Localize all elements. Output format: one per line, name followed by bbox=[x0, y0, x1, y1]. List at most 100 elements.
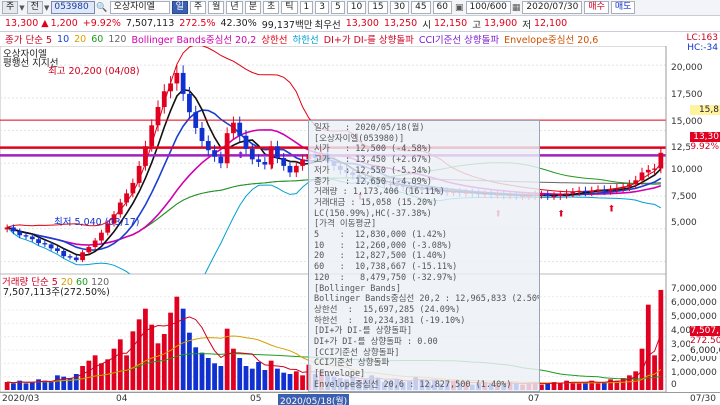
calendar-icon[interactable]: ▦ bbox=[512, 3, 521, 13]
interval-30[interactable]: 30 bbox=[389, 1, 410, 14]
candle-body bbox=[652, 168, 657, 170]
open-label: 시 bbox=[422, 19, 431, 31]
volume-bar bbox=[136, 319, 142, 390]
period-year-tab[interactable]: 년 bbox=[226, 1, 243, 14]
candle-body bbox=[61, 250, 67, 257]
legend-item[interactable]: 120 bbox=[108, 34, 126, 45]
legend-item[interactable]: CCI기준선 상향돌파 bbox=[419, 32, 499, 46]
candle-body bbox=[86, 247, 92, 253]
vol-y-tick: 0 bbox=[671, 380, 677, 390]
interval-60[interactable]: 60 bbox=[432, 1, 452, 14]
best-quote-label: 최우선 bbox=[314, 19, 341, 31]
period-week-tab[interactable]: 주 bbox=[189, 1, 207, 14]
candle-body bbox=[576, 190, 582, 193]
period-second-tab[interactable]: 초 bbox=[262, 1, 280, 14]
legend-item[interactable]: 60 bbox=[91, 34, 103, 45]
tooltip-line: 시가 : 12,500 (-4.58%) bbox=[314, 144, 432, 155]
candle-body bbox=[645, 169, 651, 173]
stock-code-input[interactable]: 053980 bbox=[51, 1, 96, 14]
candle-body bbox=[627, 184, 632, 187]
signal-arrow-icon: ⬆ bbox=[608, 204, 616, 214]
legend-item[interactable]: 10 bbox=[57, 34, 69, 45]
candle-body bbox=[281, 158, 287, 166]
interval-1[interactable]: 1 bbox=[299, 1, 314, 14]
volume-bar bbox=[48, 382, 54, 390]
vol-ratio-chip: 272.50 bbox=[690, 336, 720, 346]
x-label: 04 bbox=[116, 394, 128, 404]
high-price: 13,900 bbox=[483, 18, 518, 29]
chevron-down-icon[interactable]: ▼ bbox=[44, 4, 49, 12]
candle-body bbox=[545, 194, 551, 196]
interval-15[interactable]: 15 bbox=[368, 1, 388, 14]
volume-bar bbox=[55, 375, 60, 390]
tooltip-line: LC(150.99%),HC(-37.38%) bbox=[314, 208, 432, 219]
vol-chip: 7,507, bbox=[690, 326, 720, 336]
volume-bar bbox=[564, 380, 569, 390]
volume-bar bbox=[262, 370, 268, 390]
menu-select-2[interactable]: 전 bbox=[26, 1, 43, 14]
interval-5[interactable]: 5 bbox=[331, 1, 345, 14]
vol-y-tick: 6,000,000 bbox=[671, 298, 717, 308]
candle-body bbox=[42, 243, 48, 245]
candle-body bbox=[595, 189, 601, 191]
lc-value: LC:163 bbox=[686, 33, 718, 43]
data-tooltip: 일자 : 2020/05/18(월) [오상자이엘(053980)] 시가 : 12… bbox=[308, 120, 540, 392]
volume-bar bbox=[557, 383, 563, 390]
candle-body bbox=[583, 190, 588, 193]
volume-bar bbox=[243, 366, 249, 390]
candle-body bbox=[4, 227, 10, 230]
volume-bar bbox=[545, 383, 551, 390]
candle-body bbox=[633, 180, 639, 185]
volume-bar bbox=[4, 382, 10, 390]
legend-item[interactable]: 상한선 bbox=[261, 32, 287, 46]
volume-bar bbox=[161, 334, 167, 390]
tooltip-line: [DI+가 DI-를 상향돌파] bbox=[314, 326, 413, 337]
volume-bar bbox=[576, 383, 582, 390]
candle-body bbox=[256, 159, 261, 162]
legend-item[interactable]: 20 bbox=[74, 34, 86, 45]
stock-name[interactable]: 오상자이엘 bbox=[109, 1, 170, 14]
candle-body bbox=[212, 150, 217, 157]
volume-bar bbox=[249, 368, 255, 390]
menu-select-1[interactable]: 주 bbox=[2, 1, 19, 14]
candle-body bbox=[658, 152, 664, 169]
candle-body bbox=[92, 240, 98, 248]
buy-button[interactable]: 매수 bbox=[584, 1, 609, 14]
period-minute-tab[interactable]: 분 bbox=[244, 1, 261, 14]
signal-arrow-icon: ⬆ bbox=[237, 151, 245, 161]
sell-button[interactable]: 매도 bbox=[610, 1, 636, 14]
candle-body bbox=[293, 165, 299, 173]
candle-body bbox=[589, 190, 595, 193]
candle-body bbox=[300, 159, 305, 166]
candle-body bbox=[287, 165, 293, 173]
y-tick: 15,000 bbox=[671, 117, 703, 127]
period-day-tab[interactable]: 일 bbox=[171, 1, 188, 14]
chevron-down-icon[interactable]: ▼ bbox=[19, 4, 24, 12]
settings-icon[interactable]: ▣ bbox=[455, 3, 464, 13]
legend-item[interactable]: 종가 단순 5 bbox=[5, 32, 52, 46]
tooltip-line: [Bollinger Bands] bbox=[314, 283, 401, 294]
tooltip-line: 고가 : 13,450 (+2.67%) bbox=[314, 155, 432, 166]
x-axis: 2020/03 04 05 2020/05/18(월) 07 07/30 bbox=[0, 392, 720, 405]
candle-body bbox=[570, 192, 576, 194]
candle-body bbox=[231, 122, 236, 134]
volume-bar bbox=[180, 308, 186, 390]
tooltip-line: 저가 : 12,550 (-5.34%) bbox=[314, 165, 432, 176]
volume-bar bbox=[293, 371, 299, 390]
interval-45[interactable]: 45 bbox=[411, 1, 431, 14]
date-input[interactable]: 2020/07/30 bbox=[522, 1, 583, 14]
interval-10[interactable]: 10 bbox=[346, 1, 367, 14]
period-month-tab[interactable]: 월 bbox=[208, 1, 225, 14]
volume-bar bbox=[256, 362, 261, 390]
legend-item[interactable]: DI+가 DI-를 상향돌파 bbox=[324, 32, 414, 46]
legend-item[interactable]: Envelope중심선 20,6 bbox=[504, 32, 598, 46]
search-icon[interactable]: 🔍 bbox=[96, 3, 107, 13]
legend-item[interactable]: 하한선 bbox=[293, 32, 319, 46]
candle-body bbox=[262, 161, 268, 165]
interval-3[interactable]: 3 bbox=[315, 1, 329, 14]
period-tick-tab[interactable]: 틱 bbox=[281, 1, 298, 14]
candle-body bbox=[136, 165, 142, 183]
candle-body bbox=[639, 172, 645, 181]
legend-item[interactable]: Bollinger Bands중심선 20,2 bbox=[131, 32, 256, 46]
count-input[interactable]: 100/600 bbox=[465, 1, 511, 14]
